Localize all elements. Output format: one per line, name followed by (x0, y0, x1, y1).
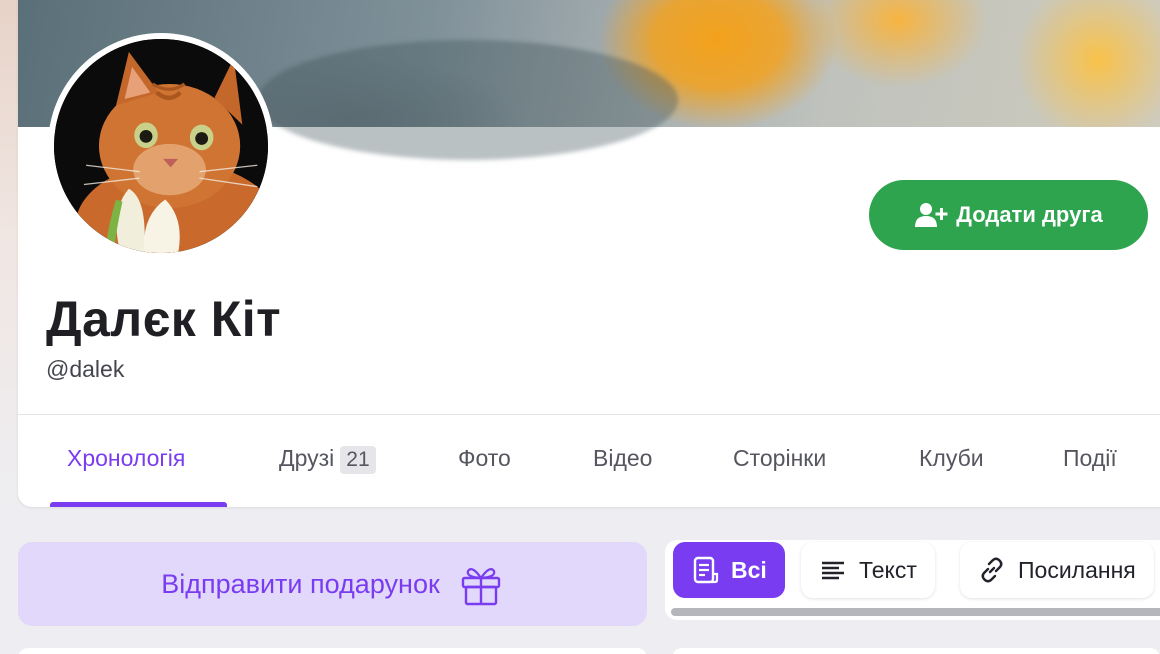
send-gift-label: Відправити подарунок (161, 568, 440, 599)
filters-scrollbar[interactable] (671, 608, 1160, 616)
filter-links-button[interactable]: Посилання (960, 542, 1154, 598)
tab-label: Сторінки (733, 445, 827, 471)
post-filters: Всі Текст Посилання (665, 540, 1160, 630)
tab-label: Хронологія (67, 445, 186, 471)
avatar[interactable] (48, 33, 274, 259)
text-lines-icon (822, 561, 844, 580)
add-friend-label: Додати друга (956, 202, 1103, 227)
tab-label: Відео (593, 445, 653, 471)
avatar-image (54, 39, 268, 253)
left-column-card (18, 648, 647, 654)
tab-label: Події (1063, 445, 1117, 471)
document-icon (693, 556, 719, 584)
tab-videos[interactable]: Відео (593, 445, 652, 472)
tab-friends[interactable]: Друзі 21 (279, 445, 376, 474)
profile-card: Додати друга Далєк Кіт @dalek Хронологія… (18, 0, 1160, 507)
tab-label: Друзі (279, 445, 335, 471)
tab-pages[interactable]: Сторінки (733, 445, 826, 472)
send-gift-button[interactable]: Відправити подарунок (18, 542, 647, 626)
filter-label: Всі (731, 556, 767, 583)
tab-label: Клуби (919, 445, 984, 471)
tab-label: Фото (458, 445, 511, 471)
filter-text-button[interactable]: Текст (801, 542, 935, 598)
active-tab-indicator (50, 502, 227, 507)
filter-label: Посилання (1018, 556, 1136, 583)
profile-name: Далєк Кіт (46, 291, 282, 347)
friends-count-badge: 21 (340, 446, 376, 474)
filter-all-button[interactable]: Всі (673, 542, 785, 598)
tab-events[interactable]: Події (1063, 445, 1117, 472)
profile-handle: @dalek (46, 356, 125, 382)
add-user-icon (915, 203, 948, 227)
tab-timeline[interactable]: Хронологія (67, 445, 185, 472)
filter-label: Текст (859, 556, 917, 583)
gift-icon (461, 568, 500, 606)
profile-tabs: Хронологія Друзі 21 Фото Відео Сторінки К… (18, 415, 1160, 507)
tab-photos[interactable]: Фото (458, 445, 511, 472)
background-edge (0, 0, 18, 520)
tab-clubs[interactable]: Клуби (919, 445, 984, 472)
cover-shadow (258, 40, 678, 160)
feed-card (672, 648, 1160, 654)
add-friend-button[interactable]: Додати друга (869, 180, 1148, 250)
link-icon (981, 557, 1003, 583)
cat-avatar-icon (54, 39, 268, 253)
